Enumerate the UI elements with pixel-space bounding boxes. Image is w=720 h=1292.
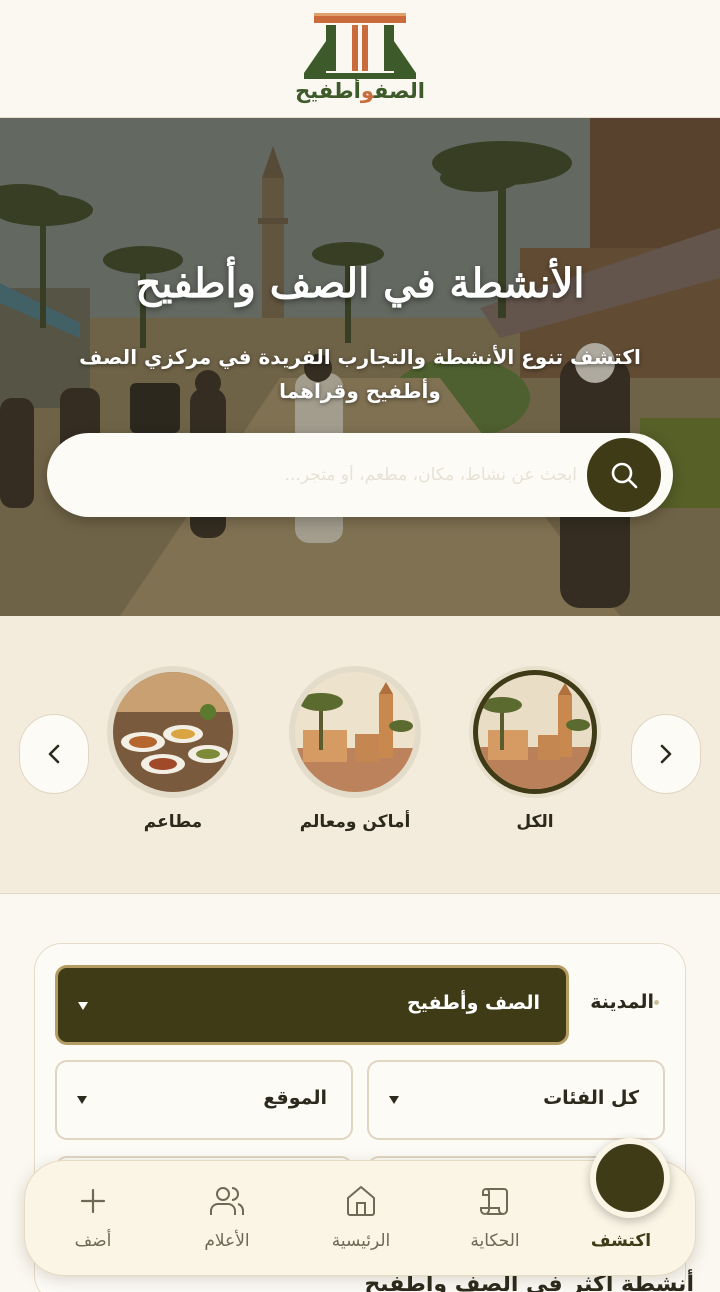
nav-item-figures-label: الأعلام	[204, 1231, 250, 1251]
nav-item-story[interactable]: الحكاية	[435, 1181, 555, 1251]
carousel-prev-button[interactable]	[19, 714, 89, 794]
category-all-image	[469, 666, 601, 798]
category-places-image	[289, 666, 421, 798]
search-input[interactable]	[197, 455, 577, 495]
category-places-label: أماكن ومعالم	[299, 812, 411, 832]
hero-subtitle: اكتشف تنوع الأنشطة والتجارب الفريدة في م…	[79, 345, 641, 403]
nav-item-explore-label: اكتشف	[590, 1231, 652, 1251]
logo-connector: و	[360, 78, 375, 103]
bullet-dot	[654, 1000, 659, 1005]
scroll-icon-wrap	[435, 1181, 555, 1221]
plus-icon	[80, 1188, 106, 1214]
city-select-value: الصف وأطفيح	[407, 992, 540, 1014]
category-all-label: الكل	[516, 812, 554, 832]
dropdown-arrow-icon	[389, 1096, 399, 1104]
category-places[interactable]: أماكن ومعالم	[280, 666, 430, 832]
dropdown-arrow-icon	[78, 1002, 88, 1010]
category-all[interactable]: الكل	[460, 666, 610, 832]
nav-item-figures[interactable]: الأعلام	[167, 1181, 287, 1251]
category-select-value: كل الفئات	[543, 1087, 639, 1109]
nav-item-home[interactable]: الرئيسية	[301, 1181, 421, 1251]
logo[interactable]: الصفوأطفيح	[290, 5, 430, 109]
app-header: الصفوأطفيح	[0, 0, 720, 118]
town-photo-icon	[478, 675, 592, 789]
search-button[interactable]	[584, 435, 664, 515]
carousel-next-button[interactable]	[631, 714, 701, 794]
chevron-right-icon	[660, 744, 672, 764]
food-photo-icon	[113, 672, 233, 792]
category-restaurants-image	[107, 666, 239, 798]
nav-item-story-label: الحكاية	[470, 1231, 520, 1251]
home-icon-wrap	[301, 1181, 421, 1221]
category-restaurants-label: مطاعم	[143, 812, 203, 832]
nav-item-add-label: أضف	[74, 1231, 112, 1251]
logo-text: الصفوأطفيح	[290, 79, 430, 103]
city-label: المدينة	[590, 991, 665, 1013]
nav-item-home-label: الرئيسية	[331, 1231, 391, 1251]
category-restaurants[interactable]: مطاعم	[98, 666, 248, 832]
people-icon-wrap	[167, 1181, 287, 1221]
location-select[interactable]: الموقع	[55, 1060, 353, 1140]
search-bar	[47, 433, 673, 517]
location-select-value: الموقع	[263, 1087, 327, 1109]
dropdown-arrow-icon	[77, 1096, 87, 1104]
explore-fab-button[interactable]	[590, 1138, 670, 1218]
nav-item-add[interactable]: أضف	[33, 1181, 153, 1251]
logo-word-2: أطفيح	[295, 78, 361, 103]
search-icon	[611, 462, 638, 489]
chevron-left-icon	[48, 744, 60, 764]
scroll-icon	[480, 1188, 508, 1216]
hero-title: الأنشطة في الصف وأطفيح	[135, 260, 585, 307]
home-icon	[347, 1186, 375, 1216]
city-select[interactable]: الصف وأطفيح	[55, 965, 569, 1045]
categories-section: الكل أماكن ومعالم مطاعم	[0, 616, 720, 894]
town-photo-icon	[295, 672, 415, 792]
plus-icon-wrap	[33, 1181, 153, 1221]
temple-logo-icon	[304, 12, 416, 79]
logo-word-1: الصف	[374, 78, 425, 103]
hero-section: الأنشطة في الصف وأطفيح اكتشف تنوع الأنشط…	[0, 118, 720, 616]
category-select[interactable]: كل الفئات	[367, 1060, 665, 1140]
people-icon	[210, 1187, 244, 1215]
city-label-text: المدينة	[590, 991, 654, 1013]
